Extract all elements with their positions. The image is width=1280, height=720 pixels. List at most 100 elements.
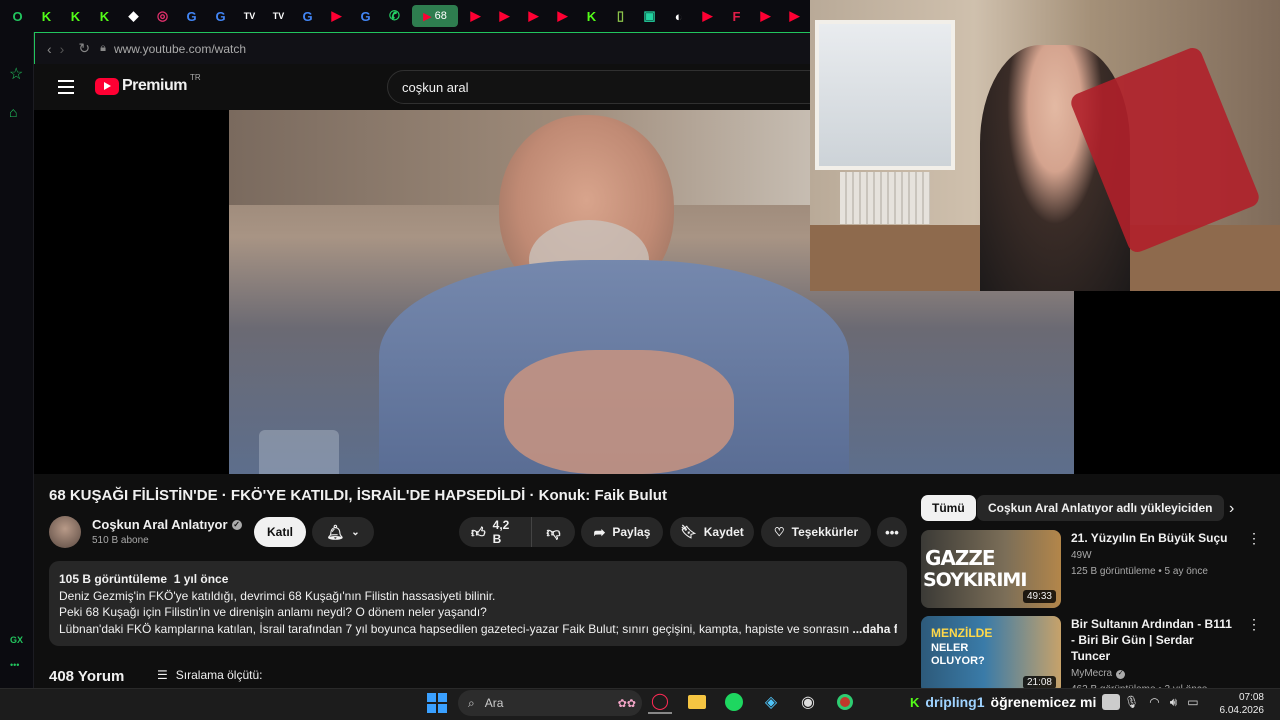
related-channel-text: MyMecra xyxy=(1071,668,1113,679)
battery-icon[interactable]: ▭ xyxy=(1187,695,1198,710)
tab-tv-icon[interactable]: TV xyxy=(267,5,290,27)
save-button[interactable]: 🔖︎ Kaydet xyxy=(670,517,754,547)
tab-active-youtube[interactable]: ▶ 68 xyxy=(412,5,458,27)
tab-document-icon[interactable]: ▯ xyxy=(609,5,632,27)
tab-google-icon[interactable]: G xyxy=(354,5,377,27)
microphone-icon[interactable]: 🎙︎ xyxy=(1124,695,1139,710)
chip-uploader[interactable]: Coşkun Aral Anlatıyor adlı yükleyiciden xyxy=(977,495,1224,521)
like-button[interactable]: 👍︎ 4,2 B xyxy=(459,517,531,547)
google-icon: G xyxy=(360,8,371,24)
tab-google-icon[interactable]: G xyxy=(296,5,319,27)
related-title[interactable]: Bir Sultanın Ardından - B111 - Biri Bir … xyxy=(1071,616,1235,664)
channel-name[interactable]: Coşkun Aral Anlatıyor ✓ xyxy=(92,517,242,532)
forward-icon[interactable]: › xyxy=(60,41,65,57)
youtube-icon: ▶ xyxy=(760,8,771,23)
windows-start-icon[interactable] xyxy=(427,693,447,713)
youtube-header: Premium TR coşkun aral xyxy=(34,64,817,110)
related-thumbnail[interactable]: GAZZE SOYKIRIMI 49:33 xyxy=(921,530,1061,608)
notifications-button[interactable]: 🔔︎ ⌄ xyxy=(312,517,374,547)
related-thumbnail[interactable]: MENZİLDE NELER OLUYOR? 21:08 xyxy=(921,616,1061,694)
dislike-icon: 👎︎ xyxy=(546,523,561,540)
join-label: Katıl xyxy=(266,525,293,539)
tab-whatsapp-icon[interactable]: ✆ xyxy=(383,5,406,27)
description-box[interactable]: 105 B görüntüleme 1 yıl önce Deniz Gezmi… xyxy=(49,561,907,646)
tab-kick-icon[interactable]: K xyxy=(580,5,603,27)
tab-google-icon[interactable]: G xyxy=(209,5,232,27)
channel-avatar[interactable] xyxy=(49,516,81,548)
kick-icon: K xyxy=(586,8,597,24)
related-video[interactable]: MENZİLDE NELER OLUYOR? 21:08 Bir Sultanı… xyxy=(921,616,1261,698)
tab-youtube-icon[interactable]: ▶ xyxy=(325,5,348,27)
tab-github-icon[interactable]: ◐ xyxy=(667,5,690,27)
chip-all[interactable]: Tümü xyxy=(921,495,976,521)
opera-gx-icon: O xyxy=(12,8,23,24)
spotify-icon[interactable] xyxy=(722,690,746,714)
chips-next-icon[interactable]: › xyxy=(1229,500,1234,518)
tab-instagram-icon[interactable]: ◎ xyxy=(151,5,174,27)
github-icon: ◐ xyxy=(674,8,683,24)
whatsapp-icon: ✆ xyxy=(389,8,400,23)
search-input[interactable]: coşkun aral xyxy=(387,70,817,104)
recording-icon[interactable] xyxy=(833,690,857,714)
sidebar-more-icon[interactable]: ••• xyxy=(10,660,19,670)
tab-kick-icon[interactable]: K xyxy=(93,5,116,27)
tab-youtube-icon[interactable]: ▶ xyxy=(522,5,545,27)
youtube-premium-logo[interactable]: Premium TR xyxy=(95,73,201,95)
sort-button[interactable]: ☰ Sıralama ölçütü: xyxy=(157,668,262,682)
lock-icon: 🔒︎ xyxy=(100,42,106,54)
opera-gx-taskbar-icon[interactable]: ◯ xyxy=(648,690,672,714)
related-title[interactable]: 21. Yüzyılın En Büyük Suçu xyxy=(1071,530,1235,546)
sidebar-gx-label[interactable]: GX xyxy=(10,635,23,645)
back-icon[interactable]: ‹ xyxy=(47,41,52,57)
star-icon[interactable]: ☆ xyxy=(9,64,23,84)
duration-badge: 49:33 xyxy=(1022,590,1056,603)
tab-youtube-icon[interactable]: ▶ xyxy=(493,5,516,27)
browser-tab-strip: O K K K ◆ ◎ G G TV TV G ▶ G ✆ ▶ 68 ▶ ▶ ▶ ▶ K ▯ ▣ ◐ ▶ F ▶ ▶ xyxy=(0,0,810,32)
volume-icon[interactable]: 🔊︎ xyxy=(1170,695,1178,710)
related-channel[interactable]: 49W xyxy=(1071,548,1235,564)
tab-kick-icon[interactable]: K xyxy=(64,5,87,27)
tab-youtube-icon[interactable]: ▶ xyxy=(754,5,777,27)
taskbar-search[interactable]: ⌕ Ara ✿✿ xyxy=(458,690,642,716)
thanks-label: Teşekkürler xyxy=(791,525,859,539)
tab-tv-icon[interactable]: TV xyxy=(238,5,261,27)
tab-kick-icon[interactable]: K xyxy=(35,5,58,27)
related-channel[interactable]: MyMecra ✓ xyxy=(1071,666,1235,682)
join-button[interactable]: Katıl xyxy=(254,517,306,547)
tab-generic-site-icon[interactable]: ◆ xyxy=(122,5,145,27)
tab-youtube-icon[interactable]: ▶ xyxy=(551,5,574,27)
file-explorer-icon[interactable] xyxy=(685,690,709,714)
youtube-icon: ▶ xyxy=(499,8,510,23)
share-button[interactable]: ➦ Paylaş xyxy=(581,517,663,547)
clock[interactable]: 07:08 6.04.2026 xyxy=(1214,691,1265,717)
taskbar-search-placeholder: Ara xyxy=(484,696,504,710)
reload-icon[interactable]: ↻ xyxy=(78,40,90,57)
chat-overlay: K dripling1 öğrenemicez mi xyxy=(910,694,1121,710)
tab-google-icon[interactable]: G xyxy=(180,5,203,27)
wifi-icon[interactable]: ◠ xyxy=(1149,695,1159,710)
dislike-button[interactable]: 👎︎ xyxy=(531,517,575,547)
related-video[interactable]: GAZZE SOYKIRIMI 49:33 21. Yüzyılın En Bü… xyxy=(921,530,1261,608)
tab-app-icon[interactable]: ▣ xyxy=(638,5,661,27)
kebab-menu-icon[interactable]: ⋮ xyxy=(1247,530,1261,608)
thanks-button[interactable]: ♡ Teşekkürler xyxy=(761,517,871,547)
more-actions-button[interactable]: ••• xyxy=(877,517,907,547)
kebab-menu-icon[interactable]: ⋮ xyxy=(1247,616,1261,698)
url-field[interactable]: www.youtube.com/watch xyxy=(114,42,246,56)
tab-youtube-icon[interactable]: ▶ xyxy=(696,5,719,27)
description-line: Peki 68 Kuşağı için Filistin'in ve diren… xyxy=(59,605,487,619)
browser-sidebar: ☆ ⌂ GX ••• xyxy=(0,32,34,688)
menu-icon[interactable] xyxy=(58,80,74,94)
tab-f-icon[interactable]: F xyxy=(725,5,748,27)
tab-youtube-icon[interactable]: ▶ xyxy=(464,5,487,27)
youtube-icon: ▶ xyxy=(528,8,539,23)
obs-icon[interactable]: ◉ xyxy=(796,690,820,714)
tab-youtube-icon[interactable]: ▶ xyxy=(783,5,806,27)
clock-time: 07:08 xyxy=(1238,692,1264,703)
sort-icon: ☰ xyxy=(157,668,168,682)
tab-opera-gx-icon[interactable]: O xyxy=(6,5,29,27)
tv-icon: TV xyxy=(272,11,285,21)
aria-icon[interactable]: ⌂ xyxy=(9,104,17,120)
app-diamond-icon[interactable]: ◈ xyxy=(759,690,783,714)
more-link[interactable]: ...daha fazla xyxy=(852,622,897,636)
